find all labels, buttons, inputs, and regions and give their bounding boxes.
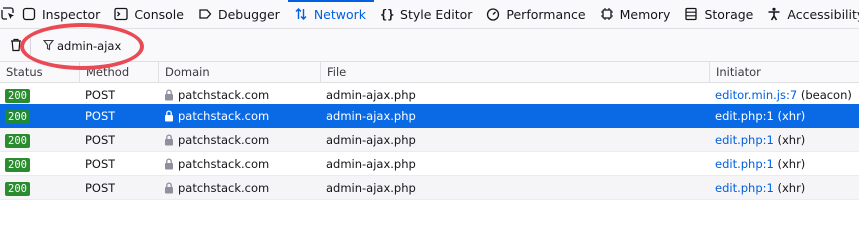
initiator-link[interactable]: edit.php:1 <box>715 157 774 171</box>
initiator-type: (xhr) <box>777 157 806 171</box>
initiator-cell: edit.php:1 (xhr) <box>715 128 805 152</box>
column-header-file[interactable]: File <box>320 62 709 83</box>
console-icon <box>114 7 128 21</box>
initiator-link[interactable]: edit.php:1 <box>715 181 774 195</box>
column-header-domain[interactable]: Domain <box>158 62 320 83</box>
file-cell: admin-ajax.php <box>326 157 416 171</box>
status-badge: 200 <box>5 158 30 172</box>
tab-label: Debugger <box>217 6 280 22</box>
initiator-cell: edit.php:1 (xhr) <box>715 176 805 200</box>
status-badge: 200 <box>5 182 30 196</box>
status-badge: 200 <box>5 134 30 148</box>
domain-cell: patchstack.com <box>178 109 270 123</box>
domain-cell: patchstack.com <box>178 133 270 147</box>
tab-debugger[interactable]: Debugger <box>192 0 288 28</box>
column-header-status[interactable]: Status <box>0 62 79 83</box>
file-cell: admin-ajax.php <box>326 133 416 147</box>
lock-icon <box>165 134 173 146</box>
inspector-icon <box>22 7 36 21</box>
lock-icon <box>165 110 173 122</box>
method-cell: POST <box>85 181 116 195</box>
tab-network[interactable]: Network <box>287 0 375 28</box>
status-badge: 200 <box>5 89 30 103</box>
tab-storage[interactable]: Storage <box>678 0 761 28</box>
performance-icon <box>487 8 500 21</box>
table-row[interactable]: 200 POST patchstack.com admin-ajax.php e… <box>0 128 859 152</box>
initiator-link[interactable]: editor.min.js:7 <box>715 88 797 102</box>
method-cell: POST <box>85 133 116 147</box>
column-header-method[interactable]: Method <box>79 62 158 83</box>
initiator-link[interactable]: edit.php:1 <box>715 109 774 123</box>
tab-label: Console <box>134 6 184 22</box>
tab-style-editor[interactable]: {} Style Editor <box>374 0 480 28</box>
trash-icon[interactable] <box>10 38 22 52</box>
debugger-icon <box>199 9 212 19</box>
network-filter-bar <box>0 29 859 62</box>
tab-label: Memory <box>619 6 671 22</box>
table-row[interactable]: 200 POST patchstack.com admin-ajax.php e… <box>0 176 859 200</box>
tab-accessibility[interactable]: Accessibility <box>761 0 859 28</box>
initiator-cell: edit.php:1 (xhr) <box>715 104 805 128</box>
tab-performance[interactable]: Performance <box>480 0 593 28</box>
initiator-link[interactable]: edit.php:1 <box>715 133 774 147</box>
style-editor-icon: {} <box>380 8 394 22</box>
tab-label: Performance <box>506 6 586 22</box>
filter-urls-input[interactable] <box>57 37 207 54</box>
initiator-type: (beacon) <box>800 88 852 102</box>
lock-icon <box>165 182 173 194</box>
svg-text:{}: {} <box>380 8 394 22</box>
filter-icon <box>43 39 54 51</box>
domain-cell: patchstack.com <box>178 181 270 195</box>
accessibility-icon <box>768 7 780 21</box>
tab-label: Network <box>313 6 367 22</box>
network-icon <box>295 8 307 20</box>
element-picker-icon <box>1 7 14 20</box>
tab-label: Inspector <box>42 6 101 22</box>
tab-label: Style Editor <box>400 6 473 22</box>
lock-icon <box>165 89 173 101</box>
method-cell: POST <box>85 109 116 123</box>
file-cell: admin-ajax.php <box>326 109 416 123</box>
domain-cell: patchstack.com <box>178 157 270 171</box>
table-header: Status Method Domain File Initiator <box>0 62 859 83</box>
file-cell: admin-ajax.php <box>326 181 416 195</box>
initiator-cell: edit.php:1 (xhr) <box>715 152 805 176</box>
initiator-type: (xhr) <box>777 133 806 147</box>
initiator-type: (xhr) <box>777 181 806 195</box>
memory-icon <box>600 8 613 20</box>
tab-label: Storage <box>704 6 754 22</box>
method-cell: POST <box>85 157 116 171</box>
lock-icon <box>165 158 173 170</box>
table-row[interactable]: 200 POST patchstack.com admin-ajax.php e… <box>0 104 859 128</box>
tab-label: Accessibility <box>787 6 859 22</box>
table-row[interactable]: 200 POST patchstack.com admin-ajax.php e… <box>0 152 859 176</box>
tab-inspector[interactable]: Inspector <box>16 0 108 28</box>
initiator-type: (xhr) <box>777 109 806 123</box>
storage-icon <box>685 7 698 21</box>
devtools-toolbar: Inspector Console Debugger Network {} St… <box>0 0 859 29</box>
tab-console[interactable]: Console <box>108 0 192 28</box>
tab-memory[interactable]: Memory <box>594 0 679 28</box>
column-header-initiator[interactable]: Initiator <box>709 62 859 83</box>
toolbar-divider <box>30 36 31 55</box>
status-badge: 200 <box>5 110 30 124</box>
element-picker-button[interactable] <box>0 0 16 28</box>
